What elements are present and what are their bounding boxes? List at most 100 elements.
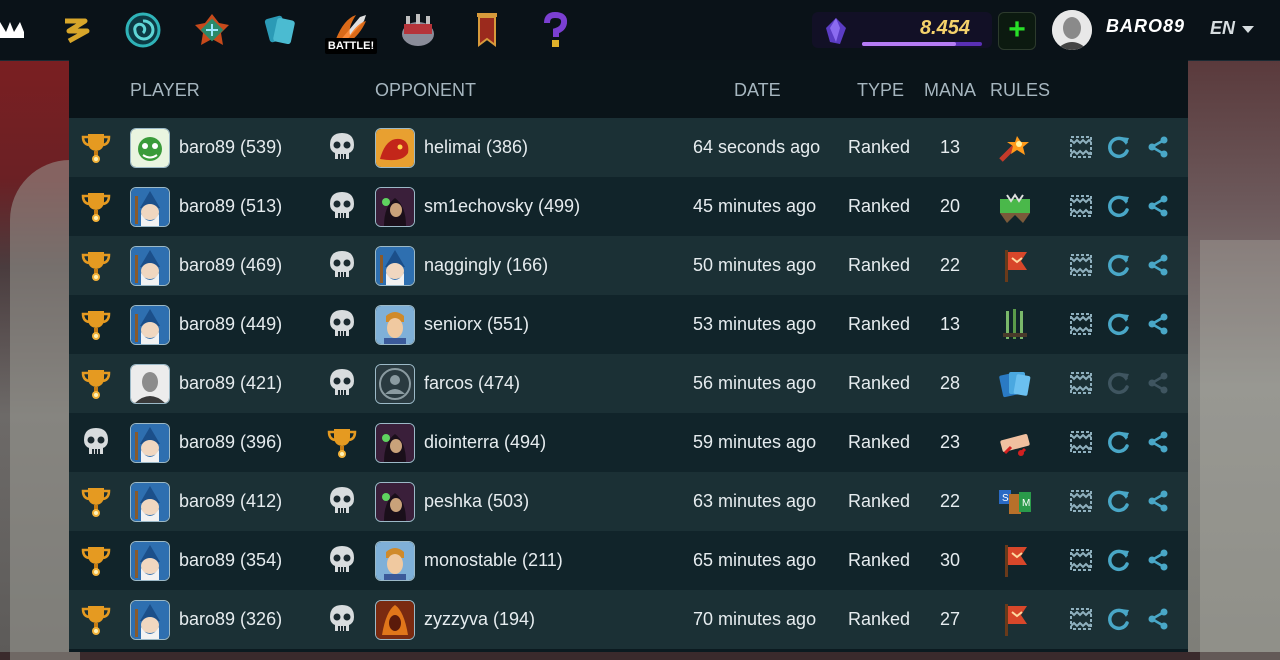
table-row[interactable]: baro89 (539) helimai (386) 64 seconds ago R… bbox=[69, 118, 1188, 177]
nav-tournament-icon[interactable] bbox=[396, 8, 440, 52]
user-avatar[interactable] bbox=[1052, 10, 1092, 50]
melee-mayhem-icon[interactable] bbox=[997, 307, 1033, 343]
nav-banner-icon[interactable] bbox=[465, 8, 509, 52]
share-icon[interactable] bbox=[1145, 606, 1171, 632]
opponent-avatar[interactable] bbox=[375, 305, 415, 345]
battle-label[interactable]: BATTLE! bbox=[325, 38, 377, 54]
opponent-avatar[interactable] bbox=[375, 128, 415, 168]
player-avatar[interactable] bbox=[130, 541, 170, 581]
mana-cap: 27 bbox=[940, 609, 961, 629]
opponent-avatar[interactable] bbox=[375, 423, 415, 463]
table-row[interactable]: baro89 (513) sm1echovsky (499) 45 minutes … bbox=[69, 177, 1188, 236]
explosive-weaponry-icon[interactable] bbox=[997, 130, 1033, 166]
share-icon[interactable] bbox=[1145, 429, 1171, 455]
share-icon[interactable] bbox=[1145, 370, 1171, 396]
table-row[interactable]: baro89 (449) seniorx (551) 53 minutes ago R… bbox=[69, 295, 1188, 354]
table-row[interactable]: baro89 (412) peshka (503) 63 minutes ago Ra… bbox=[69, 472, 1188, 531]
player-name[interactable]: baro89 (396) bbox=[179, 432, 282, 453]
skull-icon bbox=[79, 425, 113, 459]
replay-icon[interactable] bbox=[1106, 311, 1132, 337]
opponent-name[interactable]: seniorx (551) bbox=[424, 314, 529, 335]
opponent-avatar[interactable] bbox=[375, 364, 415, 404]
nav-help-icon[interactable] bbox=[533, 8, 577, 52]
opponent-name[interactable]: peshka (503) bbox=[424, 491, 529, 512]
nav-guild-icon[interactable] bbox=[190, 8, 234, 52]
player-name[interactable]: baro89 (412) bbox=[179, 491, 282, 512]
card-deck-icon[interactable] bbox=[997, 366, 1033, 402]
player-name[interactable]: baro89 (539) bbox=[179, 137, 282, 158]
player-avatar[interactable] bbox=[130, 246, 170, 286]
player-avatar[interactable] bbox=[130, 423, 170, 463]
opponent-name[interactable]: helimai (386) bbox=[424, 137, 528, 158]
opponent-name[interactable]: diointerra (494) bbox=[424, 432, 546, 453]
player-avatar[interactable] bbox=[130, 364, 170, 404]
player-avatar[interactable] bbox=[130, 305, 170, 345]
spreading-fury-icon[interactable]: SM bbox=[997, 484, 1033, 520]
player-name[interactable]: baro89 (354) bbox=[179, 550, 282, 571]
replay-icon[interactable] bbox=[1106, 370, 1132, 396]
player-avatar[interactable] bbox=[130, 128, 170, 168]
opponent-name[interactable]: naggingly (166) bbox=[424, 255, 548, 276]
replay-icon[interactable] bbox=[1106, 252, 1132, 278]
replay-icon[interactable] bbox=[1106, 193, 1132, 219]
replay-icon[interactable] bbox=[1106, 429, 1132, 455]
table-row[interactable]: baro89 (326) zyzzyva (194) 70 minutes ago R… bbox=[69, 590, 1188, 649]
player-name[interactable]: baro89 (469) bbox=[179, 255, 282, 276]
opponent-avatar[interactable] bbox=[375, 541, 415, 581]
mana-cap: 28 bbox=[940, 373, 961, 393]
language-selector[interactable]: EN bbox=[1210, 18, 1235, 39]
player-avatar[interactable] bbox=[130, 482, 170, 522]
splinterlands-logo[interactable] bbox=[0, 10, 26, 50]
nav-cards-icon[interactable] bbox=[258, 8, 302, 52]
dec-balance-box[interactable]: 8.454 bbox=[812, 12, 992, 48]
table-row[interactable]: baro89 (396) diointerra (494) 59 minutes a… bbox=[69, 413, 1188, 472]
arena-view-icon[interactable] bbox=[1068, 370, 1094, 396]
nav-portal-icon[interactable] bbox=[121, 8, 165, 52]
add-funds-button[interactable]: + bbox=[998, 12, 1036, 50]
player-name[interactable]: baro89 (326) bbox=[179, 609, 282, 630]
opponent-avatar[interactable] bbox=[375, 246, 415, 286]
arena-view-icon[interactable] bbox=[1068, 429, 1094, 455]
share-icon[interactable] bbox=[1145, 193, 1171, 219]
replay-icon[interactable] bbox=[1106, 606, 1132, 632]
opponent-avatar[interactable] bbox=[375, 187, 415, 227]
chevron-down-icon[interactable] bbox=[1242, 26, 1254, 33]
nav-scroll-icon[interactable] bbox=[54, 8, 98, 52]
replay-icon[interactable] bbox=[1106, 134, 1132, 160]
standard-banner-icon[interactable] bbox=[997, 602, 1033, 638]
share-icon[interactable] bbox=[1145, 311, 1171, 337]
opponent-name[interactable]: monostable (211) bbox=[424, 550, 563, 571]
table-row[interactable]: baro89 (421) farcos (474) 56 minutes ago Ra… bbox=[69, 354, 1188, 413]
opponent-name[interactable]: farcos (474) bbox=[424, 373, 520, 394]
replay-icon[interactable] bbox=[1106, 547, 1132, 573]
player-avatar[interactable] bbox=[130, 600, 170, 640]
arena-view-icon[interactable] bbox=[1068, 311, 1094, 337]
table-row[interactable]: baro89 (469) naggingly (166) 50 minutes ag… bbox=[69, 236, 1188, 295]
standard-banner-icon[interactable] bbox=[997, 543, 1033, 579]
player-name[interactable]: baro89 (513) bbox=[179, 196, 282, 217]
share-icon[interactable] bbox=[1145, 547, 1171, 573]
earthquake-icon[interactable] bbox=[997, 189, 1033, 225]
share-icon[interactable] bbox=[1145, 134, 1171, 160]
arena-view-icon[interactable] bbox=[1068, 547, 1094, 573]
share-icon[interactable] bbox=[1145, 252, 1171, 278]
opponent-avatar[interactable] bbox=[375, 600, 415, 640]
opponent-name[interactable]: zyzzyva (194) bbox=[424, 609, 535, 630]
opponent-avatar[interactable] bbox=[375, 482, 415, 522]
player-avatar[interactable] bbox=[130, 187, 170, 227]
arena-view-icon[interactable] bbox=[1068, 134, 1094, 160]
arena-view-icon[interactable] bbox=[1068, 193, 1094, 219]
opponent-name[interactable]: sm1echovsky (499) bbox=[424, 196, 580, 217]
share-icon[interactable] bbox=[1145, 488, 1171, 514]
replay-icon[interactable] bbox=[1106, 488, 1132, 514]
broken-arrows-icon[interactable] bbox=[997, 425, 1033, 461]
arena-view-icon[interactable] bbox=[1068, 488, 1094, 514]
arena-view-icon[interactable] bbox=[1068, 606, 1094, 632]
arena-view-icon[interactable] bbox=[1068, 252, 1094, 278]
standard-banner-icon[interactable] bbox=[997, 248, 1033, 284]
header-rules: RULES bbox=[990, 80, 1051, 100]
username[interactable]: BARO89 bbox=[1106, 16, 1185, 37]
table-row[interactable]: baro89 (354) monostable (211) 65 minutes a… bbox=[69, 531, 1188, 590]
player-name[interactable]: baro89 (449) bbox=[179, 314, 282, 335]
player-name[interactable]: baro89 (421) bbox=[179, 373, 282, 394]
